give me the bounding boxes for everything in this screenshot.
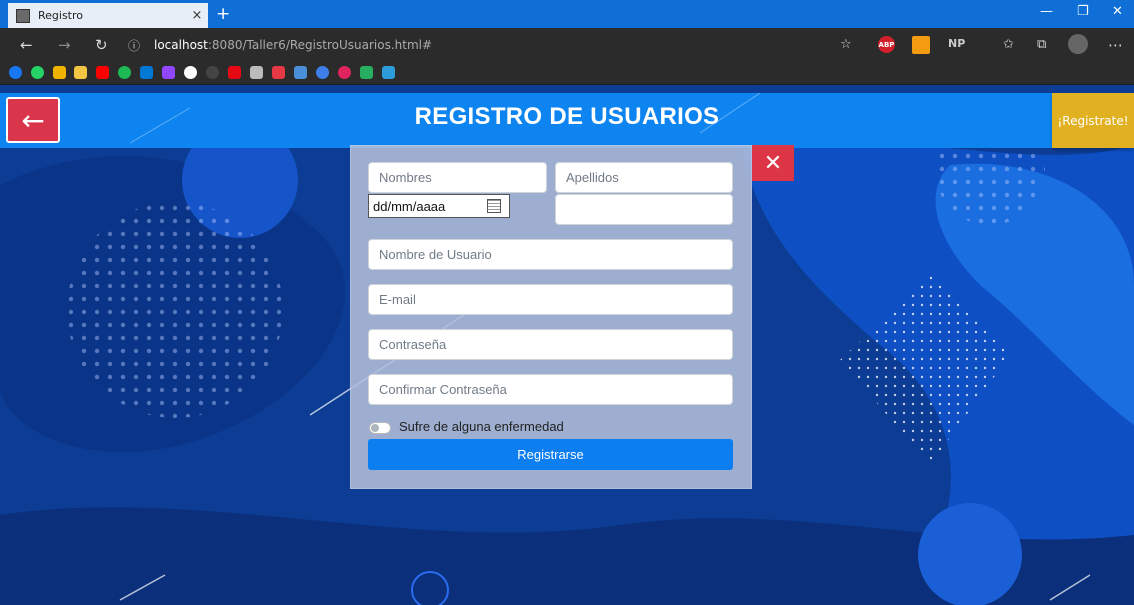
extra-input[interactable] — [555, 194, 733, 225]
url-host: localhost — [154, 38, 208, 52]
collections-icon[interactable]: ⧉ — [1037, 37, 1046, 52]
forward-arrow-icon[interactable]: → — [58, 36, 71, 54]
password-input[interactable]: Contraseña — [368, 329, 733, 360]
page-title: REGISTRO DE USUARIOS — [414, 103, 720, 130]
last-name-input[interactable]: Apellidos — [555, 162, 733, 193]
illness-toggle[interactable] — [369, 422, 391, 434]
restore-icon[interactable]: ❐ — [1077, 4, 1089, 19]
email-input[interactable]: E-mail — [368, 284, 733, 315]
birthdate-input[interactable]: dd/mm/aaaa — [368, 194, 510, 218]
twitch-bookmark-icon[interactable] — [162, 66, 175, 79]
registration-form: Nombres Apellidos dd/mm/aaaa Nombre de U… — [350, 145, 752, 489]
close-icon: ✕ — [763, 150, 783, 176]
new-tab-button[interactable]: + — [216, 4, 230, 24]
username-input[interactable]: Nombre de Usuario — [368, 239, 733, 270]
profile-icon[interactable] — [1068, 34, 1088, 54]
close-form-button[interactable]: ✕ — [752, 145, 794, 181]
back-arrow-icon[interactable]: ← — [20, 36, 33, 54]
whatsapp-bookmark-icon[interactable] — [31, 66, 44, 79]
bookmarks-bar — [0, 62, 1134, 85]
np-extension-icon[interactable]: NP — [948, 37, 965, 50]
adblock-extension-icon[interactable]: ABP — [878, 36, 895, 53]
toggle-knob — [371, 424, 379, 432]
f-bookmark-icon[interactable] — [338, 66, 351, 79]
colorful-bookmark-icon[interactable] — [360, 66, 373, 79]
window-close-icon[interactable]: ✕ — [1112, 4, 1123, 19]
browser-tab[interactable]: Registro × — [8, 3, 208, 28]
tab-bar: Registro × + — ❐ ✕ — [0, 0, 1134, 28]
square-bookmark-icon[interactable] — [382, 66, 395, 79]
illness-toggle-label: Sufre de alguna enfermedad — [399, 419, 564, 434]
af-bookmark-icon[interactable] — [53, 66, 66, 79]
header-bar: REGISTRO DE USUARIOS — [0, 93, 1134, 148]
spotify-bookmark-icon[interactable] — [118, 66, 131, 79]
first-name-input[interactable]: Nombres — [368, 162, 547, 193]
facebook-bookmark-icon[interactable] — [9, 66, 22, 79]
confirm-password-input[interactable]: Confirmar Contraseña — [368, 374, 733, 405]
tab-title: Registro — [38, 9, 84, 22]
tab-close-icon[interactable]: × — [186, 8, 208, 23]
google-bookmark-icon[interactable] — [184, 66, 197, 79]
m-bookmark-icon[interactable] — [74, 66, 87, 79]
outlook-bookmark-icon[interactable] — [140, 66, 153, 79]
url-path: :8080/Taller6/RegistroUsuarios.html# — [207, 38, 433, 52]
translate-bookmark-icon[interactable] — [294, 66, 307, 79]
calendar-icon[interactable] — [487, 199, 501, 213]
url-field[interactable]: ⓘ localhost :8080/Taller6/RegistroUsuari… — [128, 33, 858, 57]
register-submit-button[interactable]: Registrarse — [368, 439, 733, 470]
wix-bookmark-icon[interactable] — [250, 66, 263, 79]
favorites-icon[interactable]: ✩ — [1003, 37, 1014, 52]
page-favicon-icon — [16, 8, 30, 23]
back-arrow-icon: ← — [21, 103, 45, 137]
signup-button[interactable]: ¡Registrate! — [1052, 93, 1134, 148]
refresh-icon[interactable]: ↻ — [95, 36, 108, 54]
netflix-bookmark-icon[interactable] — [228, 66, 241, 79]
address-bar: ← → ↻ ⓘ localhost :8080/Taller6/Registro… — [0, 28, 1134, 62]
info-icon[interactable]: ⓘ — [128, 37, 144, 54]
date-placeholder: dd/mm/aaaa — [373, 198, 446, 214]
circle-bookmark-icon[interactable] — [206, 66, 219, 79]
bug-bookmark-icon[interactable] — [316, 66, 329, 79]
honey-extension-icon[interactable] — [912, 36, 930, 54]
page-viewport: REGISTRO DE USUARIOS ← ¡Registrate! Nomb… — [0, 85, 1134, 605]
minimize-icon[interactable]: — — [1040, 4, 1053, 19]
gt-bookmark-icon[interactable] — [272, 66, 285, 79]
more-icon[interactable]: ⋯ — [1108, 36, 1123, 54]
back-button[interactable]: ← — [6, 97, 60, 143]
star-icon[interactable]: ☆ — [840, 37, 852, 52]
youtube-bookmark-icon[interactable] — [96, 66, 109, 79]
